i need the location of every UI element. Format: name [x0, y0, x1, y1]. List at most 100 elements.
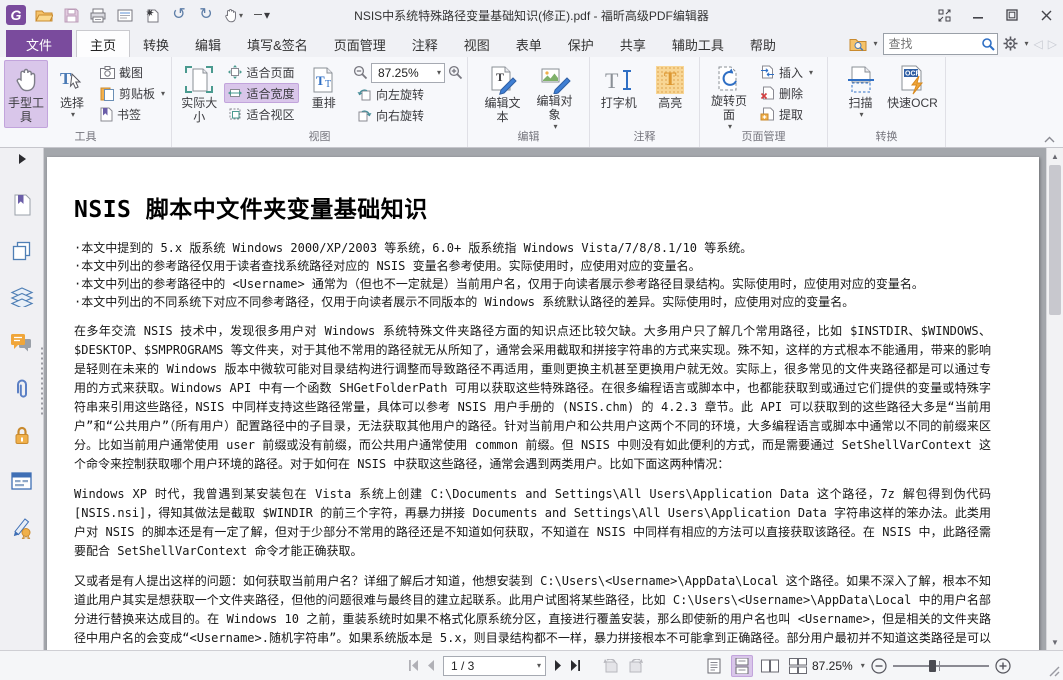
rotate-pages-button[interactable]: 旋转页面 ▾	[704, 60, 754, 128]
extract-pages-button[interactable]: 提取	[756, 104, 817, 124]
pdf-page[interactable]: NSIS 脚本中文件夹变量基础知识 ·本文中提到的 5.x 版系统 Window…	[47, 157, 1039, 650]
tab-share[interactable]: 共享	[607, 30, 659, 57]
next-view-icon[interactable]	[627, 659, 643, 673]
search-icon[interactable]	[981, 37, 995, 51]
continuous-facing-view-icon[interactable]	[787, 655, 809, 677]
previous-view-icon[interactable]	[603, 659, 619, 673]
close-button[interactable]	[1029, 2, 1063, 28]
print-icon[interactable]	[89, 4, 107, 26]
bookmark-button[interactable]: 书签	[96, 104, 169, 124]
first-page-icon[interactable]	[408, 660, 419, 671]
layers-panel-button[interactable]	[0, 274, 43, 320]
clipboard-button[interactable]: 剪贴板 ▾	[96, 83, 169, 103]
single-page-view-icon[interactable]	[703, 655, 725, 677]
chevron-down-icon[interactable]: ▾	[1025, 39, 1029, 48]
rotate-left-button[interactable]: 向左旋转	[353, 84, 463, 104]
fit-visible-button[interactable]: 适合视区	[224, 104, 298, 124]
vertical-scrollbar[interactable]: ▲ ▼	[1046, 148, 1063, 650]
tab-fill-sign[interactable]: 填写&签名	[234, 30, 321, 57]
maximize-restore-button[interactable]	[995, 2, 1029, 28]
facing-view-icon[interactable]	[759, 655, 781, 677]
expand-panel-button[interactable]	[0, 148, 43, 170]
tab-comment[interactable]: 注释	[399, 30, 451, 57]
tab-edit[interactable]: 编辑	[182, 30, 234, 57]
snapshot-button[interactable]: 截图	[96, 62, 169, 82]
tab-organize[interactable]: 页面管理	[321, 30, 399, 57]
tab-protect[interactable]: 保护	[555, 30, 607, 57]
zoom-combobox[interactable]: 87.25% ▾	[371, 63, 445, 83]
bookmarks-panel-button[interactable]	[0, 182, 43, 228]
scroll-up-icon[interactable]: ▲	[1047, 148, 1063, 164]
edit-text-button[interactable]: T 编辑文本	[478, 60, 528, 128]
open-file-icon[interactable]	[35, 4, 53, 26]
signatures-panel-button[interactable]	[0, 504, 43, 550]
actual-size-label: 实际大小	[179, 96, 219, 124]
quick-ocr-button[interactable]: OCR 快速OCR	[888, 60, 938, 128]
zoom-slider[interactable]	[893, 665, 989, 667]
minimize-button[interactable]	[961, 2, 995, 28]
attachments-panel-button[interactable]	[0, 366, 43, 412]
tab-file[interactable]: 文件	[6, 30, 72, 57]
fit-visible-icon	[228, 107, 242, 121]
scrollbar-thumb[interactable]	[1049, 165, 1061, 315]
undock-panels-icon[interactable]	[927, 2, 961, 28]
save-icon[interactable]	[62, 4, 80, 26]
search-folder-icon[interactable]	[849, 37, 867, 51]
fields-panel-button[interactable]	[0, 458, 43, 504]
collapse-ribbon-icon[interactable]	[1044, 136, 1055, 143]
tab-view[interactable]: 视图	[451, 30, 503, 57]
pages-panel-button[interactable]	[0, 228, 43, 274]
scan-label: 扫描	[841, 96, 881, 110]
scan-button[interactable]: 扫描 ▾	[836, 60, 886, 128]
reflow-button[interactable]: TT 重排	[301, 60, 347, 128]
chevron-down-icon: ▾	[161, 89, 165, 98]
hand-tool-button[interactable]: 手型工具	[4, 60, 48, 128]
hand-mode-icon[interactable]: ▾	[224, 4, 243, 26]
tab-convert[interactable]: 转换	[130, 30, 182, 57]
continuous-view-icon[interactable]	[731, 655, 753, 677]
quick-access-toolbar: G ↺ ↻ ▾ ▾	[6, 4, 270, 26]
highlight-button[interactable]: T 高亮	[646, 60, 696, 128]
edit-text-label: 编辑文本	[483, 96, 523, 124]
typewriter-button[interactable]: T 打字机	[594, 60, 644, 128]
undo-icon[interactable]: ↺	[170, 4, 188, 26]
create-pdf-icon[interactable]	[143, 4, 161, 26]
chevron-down-icon[interactable]: ▾	[861, 661, 865, 670]
page-number-combobox[interactable]: 1 / 3 ▾	[443, 656, 546, 676]
previous-page-icon[interactable]	[427, 660, 435, 671]
zoom-in-button[interactable]	[995, 658, 1011, 674]
fit-page-button[interactable]: 适合页面	[224, 62, 298, 82]
delete-pages-button[interactable]: 删除	[756, 83, 817, 103]
document-paragraph: 在多年交流 NSIS 技术中，发现很多用户对 Windows 系统特殊文件夹路径…	[74, 322, 991, 474]
resize-grip[interactable]	[1048, 665, 1060, 677]
redo-icon[interactable]: ↻	[197, 4, 215, 26]
zoom-slider-handle[interactable]	[929, 660, 936, 672]
security-panel-button[interactable]	[0, 412, 43, 458]
customize-quick-access-icon[interactable]: ▾	[252, 4, 270, 26]
actual-size-button[interactable]: 实际大小	[176, 60, 222, 128]
foxit-logo-icon[interactable]: G	[6, 5, 26, 25]
tab-form[interactable]: 表单	[503, 30, 555, 57]
tab-home[interactable]: 主页	[76, 30, 130, 57]
document-properties-icon[interactable]	[116, 4, 134, 26]
select-button[interactable]: T 选择 ▾	[50, 60, 94, 128]
zoom-out-icon[interactable]	[353, 65, 368, 80]
zoom-out-button[interactable]	[871, 658, 887, 674]
tab-help[interactable]: 帮助	[737, 30, 789, 57]
next-page-icon[interactable]	[554, 660, 562, 671]
ribbon-group-convert: 扫描 ▾ OCR 快速OCR 转换	[828, 57, 946, 147]
scroll-down-icon[interactable]: ▼	[1047, 634, 1063, 650]
find-input[interactable]	[889, 37, 981, 51]
rotate-right-button[interactable]: 向右旋转	[353, 105, 463, 125]
history-forward-icon[interactable]: ▷	[1048, 37, 1057, 51]
gear-icon[interactable]	[1003, 36, 1018, 51]
chevron-down-icon[interactable]: ▾	[874, 39, 878, 48]
fit-width-button[interactable]: 适合宽度	[224, 83, 298, 103]
comments-panel-button[interactable]	[0, 320, 43, 366]
last-page-icon[interactable]	[570, 660, 581, 671]
edit-object-button[interactable]: 编辑对象 ▾	[530, 60, 580, 128]
tab-accessibility[interactable]: 辅助工具	[659, 30, 737, 57]
zoom-in-icon[interactable]	[448, 65, 463, 80]
insert-pages-button[interactable]: 插入 ▾	[756, 62, 817, 82]
history-back-icon[interactable]: ◁	[1034, 37, 1043, 51]
